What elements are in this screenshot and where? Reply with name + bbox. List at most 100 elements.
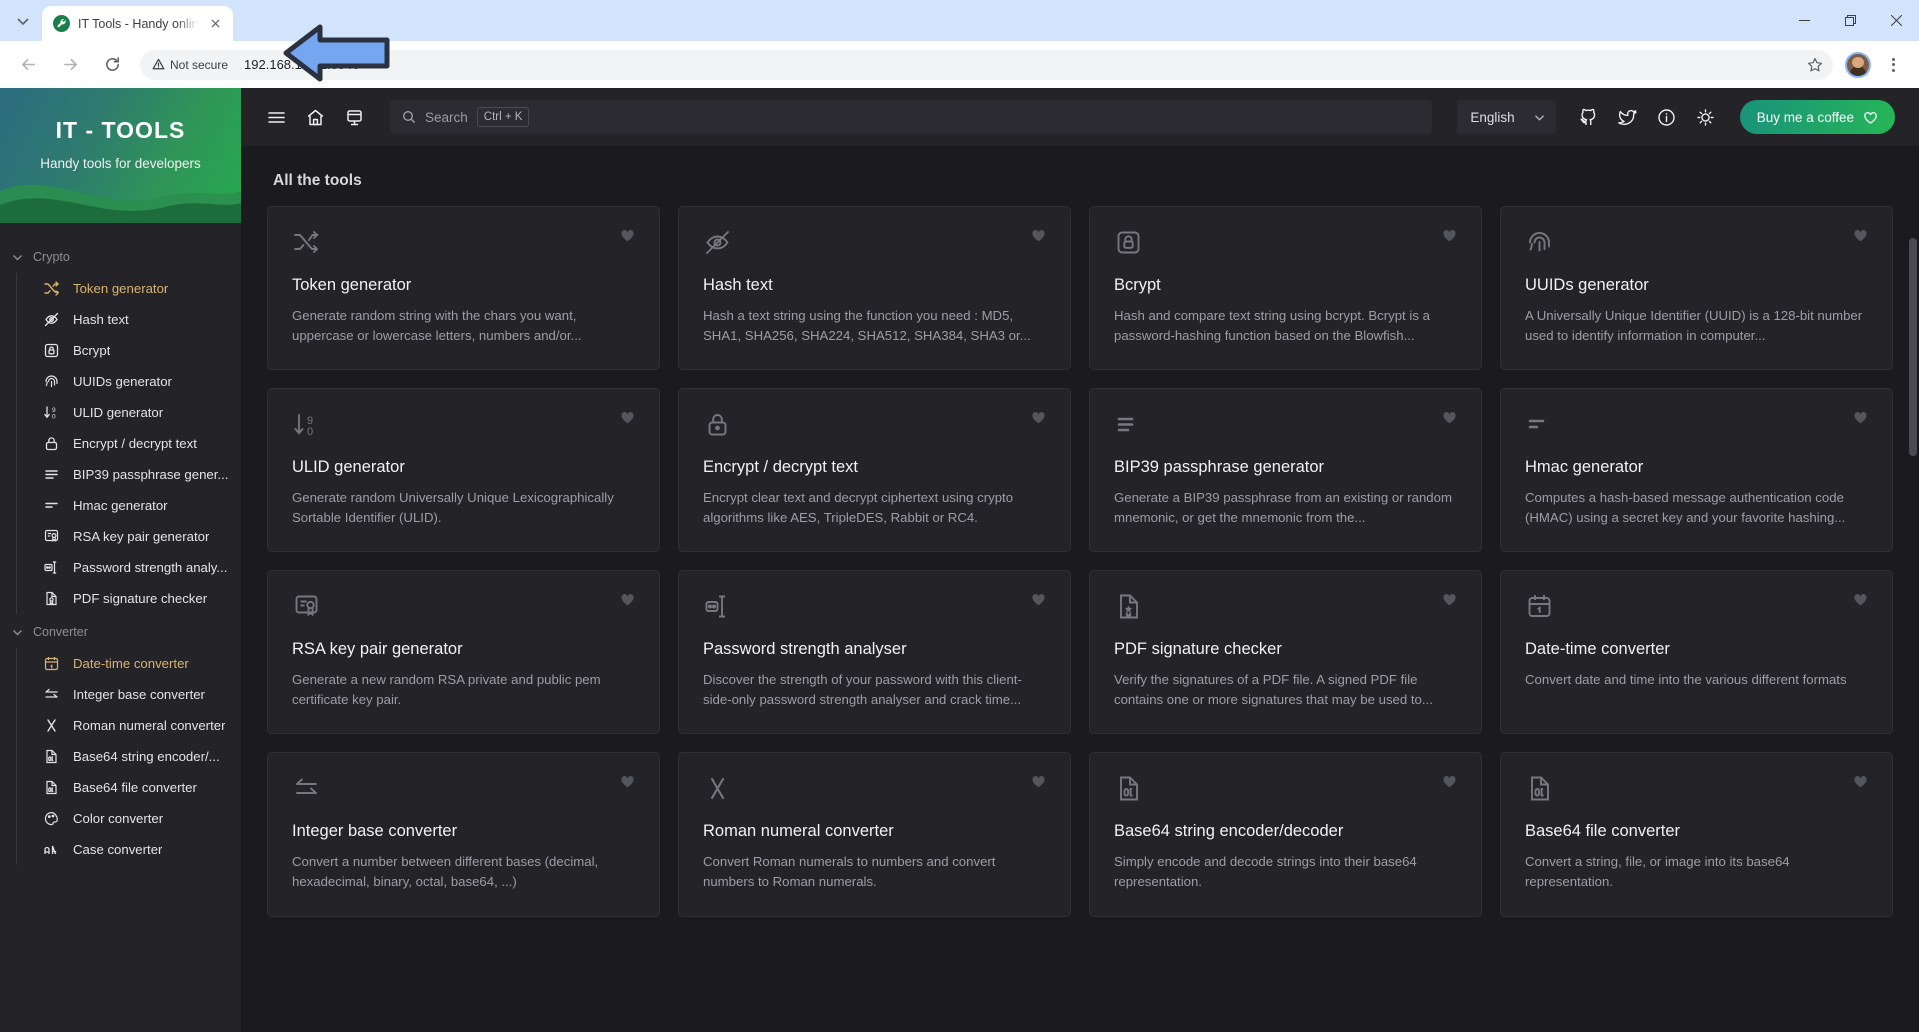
favorite-icon[interactable] (1442, 410, 1457, 430)
sidebar-item-ulid-generator[interactable]: 90 ULID generator (37, 397, 241, 428)
tool-card-pdf-signature-checker[interactable]: PDF signature checker Verify the signatu… (1089, 570, 1482, 735)
sidebar-item-password-strength-analyser[interactable]: Password strength analy... (37, 552, 241, 583)
bookmark-star-icon[interactable] (1801, 51, 1829, 79)
sidebar-item-pdf-signature-checker[interactable]: PDF signature checker (37, 583, 241, 614)
favorite-icon[interactable] (1853, 592, 1868, 612)
arrows-exchange-icon (292, 774, 321, 808)
tool-card-encrypt-decrypt-text[interactable]: Encrypt / decrypt text Encrypt clear tex… (678, 388, 1071, 553)
sidebar-item-label: Token generator (73, 281, 169, 296)
tool-card-hmac-generator[interactable]: Hmac generator Computes a hash-based mes… (1500, 388, 1893, 553)
favorite-icon[interactable] (1031, 774, 1046, 794)
tool-card-roman-numeral-converter[interactable]: Roman numeral converter Convert Roman nu… (678, 752, 1071, 917)
certificate-icon (43, 528, 60, 545)
github-icon[interactable] (1572, 100, 1606, 134)
info-circle-icon[interactable] (1650, 100, 1684, 134)
sidebar: IT - TOOLS Handy tools for developers Cr… (0, 88, 241, 1032)
favorite-icon[interactable] (620, 592, 635, 612)
sidebar-item-hmac-generator[interactable]: Hmac generator (37, 490, 241, 521)
language-select[interactable]: English (1457, 100, 1556, 134)
address-bar[interactable]: Not secure 192.168.1.152:5545 (140, 49, 1833, 80)
sidebar-item-token-generator[interactable]: Token generator (37, 273, 241, 304)
sidebar-nav[interactable]: Crypto Token generator Hash text Bcrypt (0, 223, 241, 1032)
sidebar-item-base64-file-converter[interactable]: Base64 file converter (37, 772, 241, 803)
favorite-icon[interactable] (1031, 592, 1046, 612)
tool-card-bcrypt[interactable]: Bcrypt Hash and compare text string usin… (1089, 206, 1482, 371)
file-binary-icon (1114, 774, 1143, 808)
favorite-icon[interactable] (1853, 774, 1868, 794)
tool-card-base64-file-converter[interactable]: Base64 file converter Convert a string, … (1500, 752, 1893, 917)
favorite-icon[interactable] (1853, 228, 1868, 248)
favorite-icon[interactable] (620, 228, 635, 248)
twitter-icon[interactable] (1611, 100, 1645, 134)
close-icon[interactable] (206, 14, 225, 33)
favorite-icon[interactable] (1442, 228, 1457, 248)
nav-group-crypto[interactable]: Crypto (0, 239, 241, 273)
window-controls (1781, 0, 1919, 41)
pdf-signature-icon (43, 590, 60, 607)
tool-description: Hash and compare text string using bcryp… (1114, 308, 1430, 344)
sidebar-item-encrypt-decrypt-text[interactable]: Encrypt / decrypt text (37, 428, 241, 459)
file-binary-icon (1525, 774, 1554, 808)
tools-grid: Token generator Generate random string w… (267, 206, 1893, 917)
not-secure-badge[interactable]: Not secure (152, 58, 228, 72)
nav-group-converter[interactable]: Converter (0, 614, 241, 648)
sidebar-item-case-converter[interactable]: Case converter (37, 834, 241, 865)
sidebar-item-bip39-passphrase-generator[interactable]: BIP39 passphrase gener... (37, 459, 241, 490)
tool-card-bip39-passphrase-generator[interactable]: BIP39 passphrase generator Generate a BI… (1089, 388, 1482, 553)
app-window-icon[interactable] (337, 100, 371, 134)
svg-text:0: 0 (307, 426, 313, 438)
browser-menu-icon[interactable] (1879, 51, 1907, 79)
forward-icon[interactable] (54, 49, 86, 81)
tool-title: Bcrypt (1114, 276, 1161, 294)
search-shortcut-badge: Ctrl + K (476, 107, 530, 127)
tool-card-date-time-converter[interactable]: Date-time converter Convert date and tim… (1500, 570, 1893, 735)
sidebar-item-color-converter[interactable]: Color converter (37, 803, 241, 834)
tool-card-base64-string-encoder-decoder[interactable]: Base64 string encoder/decoder Simply enc… (1089, 752, 1482, 917)
tool-card-token-generator[interactable]: Token generator Generate random string w… (267, 206, 660, 371)
tool-description: Generate random Universally Unique Lexic… (292, 490, 614, 526)
favorite-icon[interactable] (620, 410, 635, 430)
sidebar-item-bcrypt[interactable]: Bcrypt (37, 335, 241, 366)
favorite-icon[interactable] (1031, 228, 1046, 248)
favorite-icon[interactable] (1031, 410, 1046, 430)
main-area: Search Ctrl + K English Buy me a coffee … (241, 88, 1919, 1032)
page-scrollbar[interactable] (1907, 146, 1919, 1032)
favorite-icon[interactable] (620, 774, 635, 794)
back-icon[interactable] (12, 49, 44, 81)
close-window-icon[interactable] (1873, 0, 1919, 41)
tab-search-icon[interactable] (6, 4, 40, 38)
nav-group-label: Converter (33, 625, 88, 639)
favorite-icon[interactable] (1853, 410, 1868, 430)
eye-off-icon (703, 228, 732, 262)
tool-card-ulid-generator[interactable]: 90 ULID generator Generate random Univer… (267, 388, 660, 553)
sidebar-item-base64-string-encoder[interactable]: Base64 string encoder/... (37, 741, 241, 772)
search-input[interactable]: Search Ctrl + K (390, 100, 1432, 134)
sidebar-item-rsa-key-pair-generator[interactable]: RSA key pair generator (37, 521, 241, 552)
sidebar-item-label: Case converter (73, 842, 163, 857)
tool-card-integer-base-converter[interactable]: Integer base converter Convert a number … (267, 752, 660, 917)
browser-tab[interactable]: IT Tools - Handy onlin (42, 6, 234, 41)
tool-card-hash-text[interactable]: Hash text Hash a text string using the f… (678, 206, 1071, 371)
sidebar-item-integer-base-converter[interactable]: Integer base converter (37, 679, 241, 710)
reload-icon[interactable] (96, 49, 128, 81)
sidebar-item-date-time-converter[interactable]: Date-time converter (37, 648, 241, 679)
maximize-icon[interactable] (1827, 0, 1873, 41)
tool-card-uuids-generator[interactable]: UUIDs generator A Universally Unique Ide… (1500, 206, 1893, 371)
sidebar-item-uuids-generator[interactable]: UUIDs generator (37, 366, 241, 397)
sidebar-item-hash-text[interactable]: Hash text (37, 304, 241, 335)
case-icon (43, 841, 60, 858)
favorite-icon[interactable] (1442, 592, 1457, 612)
profile-avatar[interactable] (1845, 51, 1871, 78)
hamburger-icon[interactable] (259, 100, 293, 134)
scrollbar-thumb[interactable] (1909, 238, 1917, 456)
tool-card-rsa-key-pair-generator[interactable]: RSA key pair generator Generate a new ra… (267, 570, 660, 735)
tool-description: Convert a string, file, or image into it… (1525, 854, 1790, 890)
home-icon[interactable] (298, 100, 332, 134)
calendar-icon (43, 655, 60, 672)
tool-card-password-strength-analyser[interactable]: Password strength analyser Discover the … (678, 570, 1071, 735)
sun-icon[interactable] (1689, 100, 1723, 134)
minimize-icon[interactable] (1781, 0, 1827, 41)
buy-me-a-coffee-button[interactable]: Buy me a coffee (1739, 100, 1895, 134)
sidebar-item-roman-numeral-converter[interactable]: Roman numeral converter (37, 710, 241, 741)
favorite-icon[interactable] (1442, 774, 1457, 794)
